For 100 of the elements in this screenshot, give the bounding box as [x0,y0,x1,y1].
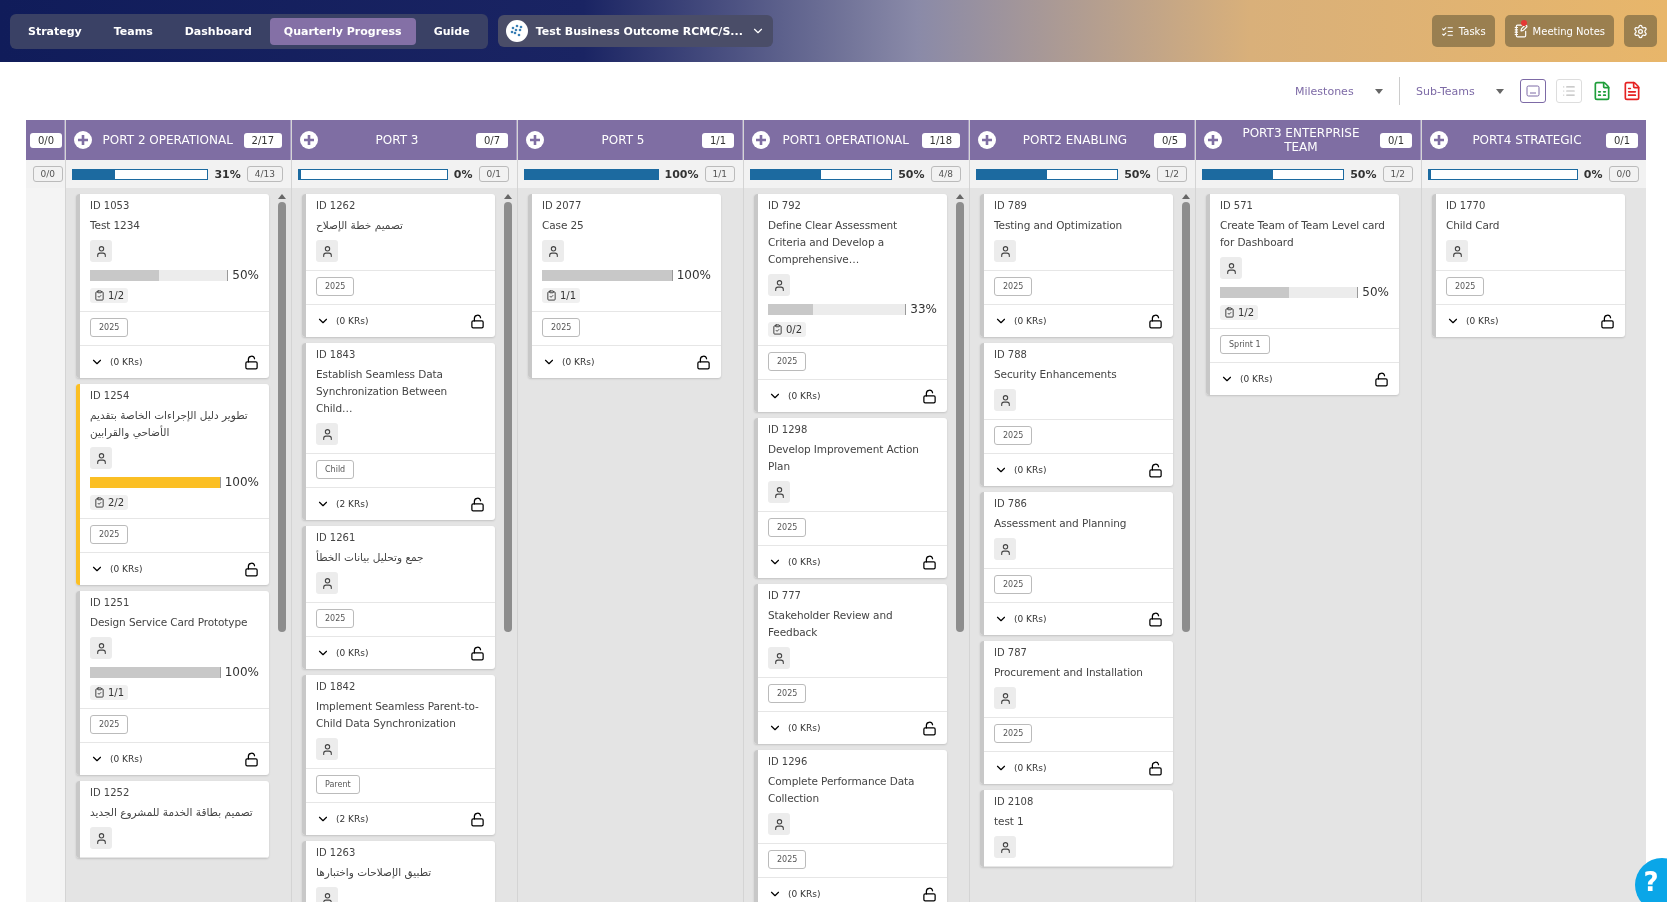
scrollbar-thumb[interactable] [504,202,512,632]
scrollbar-thumb[interactable] [1182,202,1190,632]
task-card[interactable]: ID 1842 Implement Seamless Parent-to-Child Data Synchronization Parent (2 KRs) [302,675,495,835]
user-icon[interactable] [994,389,1016,411]
unlock-icon[interactable] [696,354,711,370]
add-icon[interactable] [1204,131,1222,149]
meeting-notes-button[interactable]: Meeting Notes [1504,15,1614,47]
unlock-icon[interactable] [1600,313,1615,329]
task-card[interactable]: ID 1296 Complete Performance Data Collection 2025 (0 KRs) [754,750,947,902]
nav-tab[interactable]: Dashboard [170,17,266,45]
card-tag: 2025 [768,352,807,371]
add-icon[interactable] [526,131,544,149]
unlock-icon[interactable] [1148,462,1163,478]
caret-icon [1375,88,1383,94]
unlock-icon[interactable] [922,720,937,736]
unlock-icon[interactable] [922,554,937,570]
add-icon[interactable] [300,131,318,149]
column-count: 0/1 [1379,132,1412,148]
card-id: ID 571 [1220,200,1254,211]
tasks-button[interactable]: Tasks [1431,15,1495,47]
card-title: Security Enhancements [994,367,1118,382]
card-id: ID 1251 [90,597,131,608]
nav-tab[interactable]: Guide [419,17,484,45]
user-icon[interactable] [90,637,112,659]
card-id: ID 1053 [90,200,131,211]
unlock-icon[interactable] [470,811,485,827]
task-card[interactable]: ID 1053 Test 1234 50% 1/2 2025 (0 KRs) [76,194,269,378]
task-card[interactable]: ID 1298 Develop Improvement Action Plan 2025 (0 KRs) [754,418,947,578]
unlock-icon[interactable] [470,496,485,512]
nav-tab[interactable]: Quarterly Progress [269,17,416,45]
nav-tab[interactable]: Teams [99,17,167,45]
checklist-count: 1/1 [542,288,581,303]
pdf-export-icon[interactable] [1622,81,1642,101]
user-icon[interactable] [1220,257,1242,279]
card-title: Design Service Card Prototype [90,615,249,630]
card-view-button[interactable] [1520,79,1546,103]
excel-export-icon[interactable] [1592,81,1612,101]
user-icon[interactable] [316,423,338,445]
user-icon[interactable] [994,687,1016,709]
user-icon[interactable] [90,827,112,849]
unlock-icon[interactable] [922,388,937,404]
task-card[interactable]: ID 777 Stakeholder Review and Feedback 2025 (0 KRs) [754,584,947,744]
unlock-icon[interactable] [244,561,259,577]
card-id: ID 1843 [316,349,357,360]
user-icon[interactable] [994,538,1016,560]
task-card[interactable]: ID 792 Define Clear Assessment Criteria and Develop a Comprehensive… 33% 0/2 2025 (0 KRs) [754,194,947,412]
user-icon[interactable] [316,240,338,262]
filter-dropdown[interactable]: Sub-Teams [1410,80,1510,102]
user-icon[interactable] [994,836,1016,858]
task-card[interactable]: ID 571 Create Team of Team Level card for Dashboard 50% 1/2 Sprint 1 (0 KRs) [1206,194,1399,395]
user-icon[interactable] [542,240,564,262]
user-icon[interactable] [90,447,112,469]
user-icon[interactable] [1446,240,1468,262]
card-id: ID 788 [994,349,1028,360]
task-card[interactable]: ID 789 Testing and Optimization 2025 (0 KRs) [980,194,1173,337]
add-icon[interactable] [1430,131,1448,149]
scroll-up-icon[interactable] [504,194,512,199]
unlock-icon[interactable] [1148,760,1163,776]
user-icon[interactable] [316,738,338,760]
add-icon[interactable] [74,131,92,149]
task-card[interactable]: ID 1843 Establish Seamless Data Synchronization Between Child… Child (2 KRs) [302,343,495,520]
task-card[interactable]: ID 2108 test 1 [980,790,1173,867]
unlock-icon[interactable] [470,313,485,329]
unlock-icon[interactable] [1148,313,1163,329]
add-icon[interactable] [752,131,770,149]
user-icon[interactable] [768,274,790,296]
progress-percent: 50% [1362,285,1389,299]
unlock-icon[interactable] [1148,611,1163,627]
unlock-icon[interactable] [244,354,259,370]
task-card[interactable]: ID 786 Assessment and Planning 2025 (0 KRs) [980,492,1173,635]
user-icon[interactable] [316,572,338,594]
unlock-icon[interactable] [470,645,485,661]
user-icon[interactable] [768,481,790,503]
add-icon[interactable] [978,131,996,149]
scroll-up-icon[interactable] [278,194,286,199]
krs-count: (0 KRs) [336,648,370,658]
card-tag: 2025 [542,318,581,337]
krs-count: (0 KRs) [110,564,144,574]
unlock-icon[interactable] [922,886,937,902]
scrollbar-thumb[interactable] [956,202,964,632]
scroll-up-icon[interactable] [956,194,964,199]
user-icon[interactable] [90,240,112,262]
settings-button[interactable] [1624,15,1657,47]
user-icon[interactable] [994,240,1016,262]
filter-dropdown[interactable]: Milestones [1289,80,1389,102]
progress-percent: 50% [898,167,925,181]
user-icon[interactable] [768,813,790,835]
scroll-up-icon[interactable] [1182,194,1190,199]
task-card[interactable]: ID 787 Procurement and Installation 2025 (0 KRs) [980,641,1173,784]
task-card[interactable]: ID 788 Security Enhancements 2025 (0 KRs) [980,343,1173,486]
user-icon[interactable] [768,647,790,669]
task-card[interactable]: ID 1251 Design Service Card Prototype 100% 1/1 2025 (0 KRs) [76,591,269,775]
scrollbar-thumb[interactable] [278,202,286,632]
unlock-icon[interactable] [1374,371,1389,387]
task-card[interactable]: ID 2077 Case 25 100% 1/1 2025 (0 KRs) [528,194,721,378]
checklist-icon [1440,24,1454,38]
outcome-dropdown[interactable]: Test Business Outcome RCMC/S... [497,15,773,47]
nav-tab[interactable]: Strategy [14,17,96,45]
unlock-icon[interactable] [244,751,259,767]
task-card[interactable]: ID 1770 Child Card 2025 (0 KRs) [1432,194,1625,337]
